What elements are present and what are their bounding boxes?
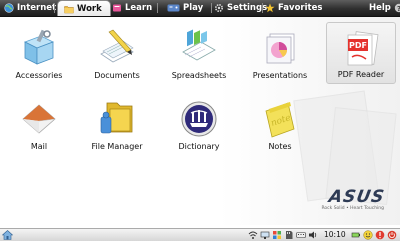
tab-label: Work: [77, 3, 102, 14]
app-documents[interactable]: Documents: [81, 24, 153, 84]
app-dictionary[interactable]: Dictionary: [163, 95, 235, 155]
tab-help[interactable]: Help ?: [369, 0, 400, 16]
tab-favorites[interactable]: Favorites: [265, 0, 322, 16]
folder-icon: [64, 5, 74, 13]
dictionary-icon: [181, 101, 217, 137]
tab-play[interactable]: Play: [167, 0, 203, 16]
top-tab-bar: Internet Work Learn Play Settings Favori…: [0, 0, 400, 17]
help-icon: ?: [394, 3, 400, 13]
settings-icon: [214, 3, 224, 13]
brand-name: ASUS: [326, 187, 386, 207]
tab-label: Play: [183, 3, 204, 13]
app-label: Notes: [268, 142, 292, 151]
documents-icon: [100, 29, 134, 63]
tab-label: Favorites: [278, 3, 323, 13]
star-icon: [265, 3, 275, 13]
app-file-manager[interactable]: File Manager: [81, 95, 153, 155]
play-icon: [167, 4, 180, 12]
home-icon[interactable]: [2, 230, 13, 240]
wifi-icon[interactable]: [248, 230, 258, 240]
app-label: Spreadsheets: [171, 71, 227, 80]
app-label: File Manager: [91, 142, 143, 151]
app-pdf-reader[interactable]: PDF PDF Reader: [326, 22, 396, 84]
app-label: Documents: [94, 71, 140, 80]
app-accessories[interactable]: Accessories: [3, 24, 75, 84]
spreadsheets-icon: [182, 29, 216, 61]
sd-card-icon[interactable]: [284, 230, 294, 240]
smiley-icon[interactable]: [363, 230, 373, 240]
app-spreadsheets[interactable]: Spreadsheets: [163, 24, 235, 84]
keyboard-icon[interactable]: [296, 230, 306, 240]
learn-icon: [113, 4, 121, 12]
accessories-icon: [24, 29, 54, 65]
tab-divider: [54, 3, 55, 13]
app-label: PDF Reader: [337, 70, 385, 79]
asus-logo: ASUS Rock Solid • Heart Touching: [322, 187, 386, 211]
app-label: Presentations: [252, 71, 308, 80]
tab-label: Internet: [17, 3, 57, 13]
presentations-icon: [266, 33, 295, 64]
taskbar: 10:10: [0, 228, 400, 241]
power-icon[interactable]: [387, 230, 397, 240]
mail-icon: [22, 104, 56, 134]
app-label: Dictionary: [178, 142, 220, 151]
notes-icon: note: [265, 102, 295, 138]
globe-icon: [4, 3, 14, 13]
windows-icon[interactable]: [272, 230, 282, 240]
app-label: Mail: [30, 142, 48, 151]
tab-learn[interactable]: Learn: [112, 0, 152, 16]
tab-divider: [157, 3, 158, 13]
tab-divider: [211, 3, 212, 13]
file-manager-icon: [100, 102, 133, 134]
app-mail[interactable]: Mail: [3, 95, 75, 155]
volume-icon[interactable]: [308, 230, 318, 240]
app-presentations[interactable]: Presentations: [244, 24, 316, 84]
battery-icon[interactable]: [351, 230, 361, 240]
tab-work[interactable]: Work: [57, 0, 111, 16]
tab-internet[interactable]: Internet: [4, 0, 56, 16]
pdf-icon-text: PDF: [349, 41, 367, 50]
alert-icon[interactable]: [375, 230, 385, 240]
tab-label: Help: [369, 3, 391, 13]
app-label: Accessories: [15, 71, 63, 80]
tab-settings[interactable]: Settings: [214, 0, 267, 16]
tab-label: Learn: [125, 3, 153, 13]
pdf-reader-icon: PDF: [347, 31, 379, 66]
clock[interactable]: 10:10: [324, 229, 346, 241]
network-icon[interactable]: [260, 230, 270, 240]
tab-divider: [262, 3, 263, 13]
app-notes[interactable]: note Notes: [244, 95, 316, 155]
